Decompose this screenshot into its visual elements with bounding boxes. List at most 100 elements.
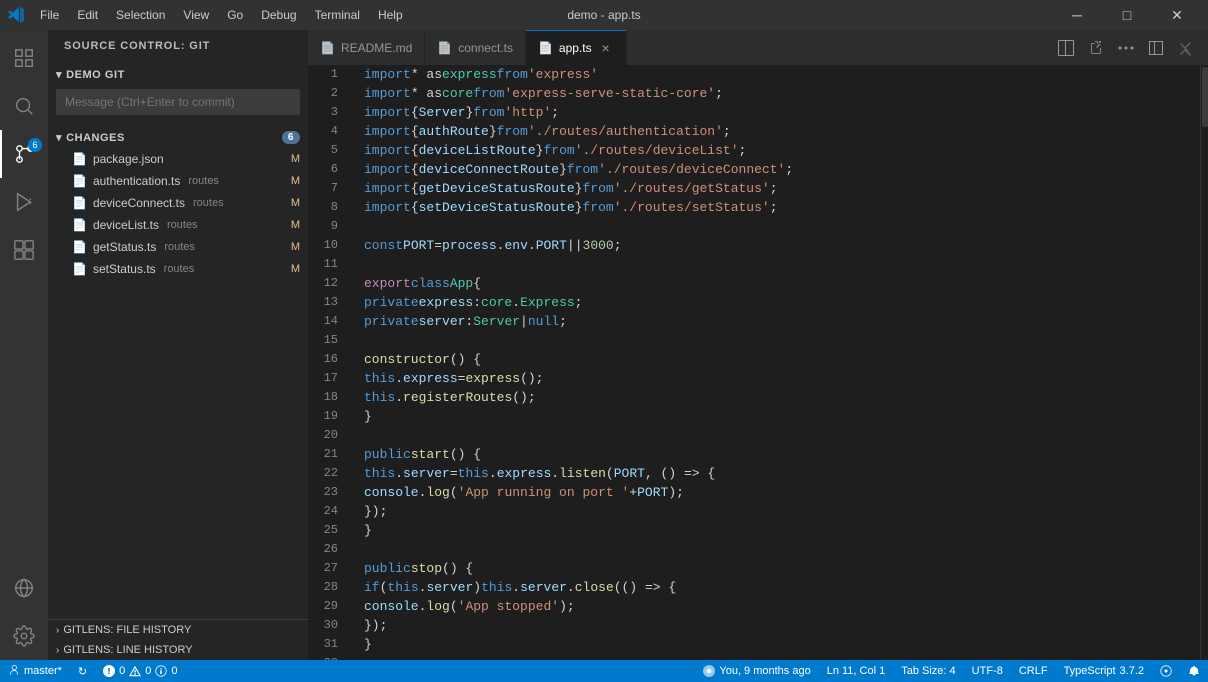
gitlens-file-history[interactable]: › GITLENS: FILE HISTORY <box>48 620 308 640</box>
status-remote[interactable] <box>1152 660 1180 682</box>
file-name: package.json <box>93 152 164 166</box>
warning-icon <box>129 665 141 677</box>
code-line: } <box>364 635 1200 654</box>
commit-message-input[interactable] <box>56 89 300 115</box>
status-encoding[interactable]: UTF-8 <box>964 660 1011 682</box>
menu-edit[interactable]: Edit <box>69 6 106 24</box>
split-right-button[interactable] <box>1172 34 1200 62</box>
open-changes-button[interactable] <box>1082 34 1110 62</box>
code-content[interactable]: import * as express from 'express'import… <box>356 65 1200 660</box>
file-name: deviceList.ts <box>93 218 159 232</box>
file-item-getstatus[interactable]: 📄 getStatus.ts routes M <box>48 236 308 258</box>
code-line: export class App { <box>364 274 1200 293</box>
code-line <box>364 426 1200 445</box>
more-actions-button[interactable] <box>1112 34 1140 62</box>
gitlens-file-history-label: GITLENS: FILE HISTORY <box>63 624 191 636</box>
file-modified-badge: M <box>291 153 300 165</box>
tab-readme[interactable]: 📄 README.md <box>308 30 425 65</box>
split-editor-button[interactable] <box>1052 34 1080 62</box>
line-number: 12 <box>308 274 348 293</box>
activity-run[interactable] <box>0 178 48 226</box>
code-editor[interactable]: 1234567891011121314151617181920212223242… <box>308 65 1208 660</box>
activity-search[interactable] <box>0 82 48 130</box>
activity-source-control[interactable]: 6 <box>0 130 48 178</box>
status-gitlens[interactable]: You, 9 months ago <box>695 660 818 682</box>
file-name: authentication.ts <box>93 174 180 188</box>
info-count: 0 <box>171 665 177 677</box>
code-line <box>364 255 1200 274</box>
code-line: constructor() { <box>364 350 1200 369</box>
line-number: 5 <box>308 141 348 160</box>
status-errors[interactable]: 0 0 0 <box>95 660 185 682</box>
code-line: private server: Server | null; <box>364 312 1200 331</box>
close-button[interactable]: ✕ <box>1154 0 1200 30</box>
activity-settings[interactable] <box>0 612 48 660</box>
file-name: getStatus.ts <box>93 240 156 254</box>
menu-terminal[interactable]: Terminal <box>307 6 368 24</box>
code-line <box>364 217 1200 236</box>
line-number: 26 <box>308 540 348 559</box>
gitlens-line-history[interactable]: › GITLENS: LINE HISTORY <box>48 640 308 660</box>
line-number: 14 <box>308 312 348 331</box>
code-line: this.express = express(); <box>364 369 1200 388</box>
file-item-package-json[interactable]: 📄 package.json M <box>48 148 308 170</box>
status-tab-size[interactable]: Tab Size: 4 <box>893 660 963 682</box>
tab-size-label: Tab Size: 4 <box>901 665 955 677</box>
menu-selection[interactable]: Selection <box>108 6 173 24</box>
menu-go[interactable]: Go <box>219 6 251 24</box>
file-route: routes <box>188 175 219 187</box>
file-item-devicelist[interactable]: 📄 deviceList.ts routes M <box>48 214 308 236</box>
file-route: routes <box>164 263 195 275</box>
code-line: import { deviceConnectRoute } from './ro… <box>364 160 1200 179</box>
changes-count-badge: 6 <box>282 131 300 144</box>
activity-extensions[interactable] <box>0 226 48 274</box>
maximize-button[interactable]: □ <box>1104 0 1150 30</box>
menu-view[interactable]: View <box>175 6 217 24</box>
tab-bar: 📄 README.md 📄 connect.ts 📄 app.ts × <box>308 30 1208 65</box>
line-number: 4 <box>308 122 348 141</box>
demo-git-label: DEMO GIT <box>66 69 125 81</box>
menu-file[interactable]: File <box>32 6 67 24</box>
window-controls: ─ □ ✕ <box>1054 0 1200 30</box>
file-item-setstatus[interactable]: 📄 setStatus.ts routes M <box>48 258 308 280</box>
tab-app[interactable]: 📄 app.ts × <box>526 30 627 65</box>
gitlens-line-history-label: GITLENS: LINE HISTORY <box>63 644 192 656</box>
activity-explorer[interactable] <box>0 34 48 82</box>
status-line-ending[interactable]: CRLF <box>1011 660 1056 682</box>
tab-close-button[interactable]: × <box>598 40 614 56</box>
status-branch[interactable]: master* <box>0 660 70 682</box>
menu-help[interactable]: Help <box>370 6 411 24</box>
status-notification[interactable] <box>1180 660 1208 682</box>
line-number: 24 <box>308 502 348 521</box>
menu-debug[interactable]: Debug <box>253 6 304 24</box>
demo-git-header[interactable]: ▾ DEMO GIT <box>48 64 308 85</box>
line-number: 10 <box>308 236 348 255</box>
file-item-authentication[interactable]: 📄 authentication.ts routes M <box>48 170 308 192</box>
bell-icon <box>1188 665 1200 677</box>
minimap-thumb <box>1202 67 1208 127</box>
file-icon: 📄 <box>72 240 87 254</box>
file-icon-connect: 📄 <box>437 41 452 55</box>
line-number: 30 <box>308 616 348 635</box>
code-line: console.log('App stopped'); <box>364 597 1200 616</box>
activity-remote[interactable] <box>0 564 48 612</box>
changes-header[interactable]: ▾ CHANGES 6 <box>48 127 308 148</box>
status-sync[interactable]: ↻ <box>70 660 95 682</box>
minimap <box>1200 65 1208 660</box>
minimize-button[interactable]: ─ <box>1054 0 1100 30</box>
file-icon: 📄 <box>72 262 87 276</box>
code-line: this.server = this.express.listen(PORT, … <box>364 464 1200 483</box>
branch-icon <box>8 665 20 677</box>
tab-connect[interactable]: 📄 connect.ts <box>425 30 526 65</box>
file-icon: 📄 <box>72 174 87 188</box>
file-route: routes <box>164 241 195 253</box>
sidebar-footer: › GITLENS: FILE HISTORY › GITLENS: LINE … <box>48 619 308 660</box>
toggle-sidebar-button[interactable] <box>1142 34 1170 62</box>
file-modified-badge: M <box>291 241 300 253</box>
status-language[interactable]: TypeScript 3.7.2 <box>1056 660 1152 682</box>
status-position[interactable]: Ln 11, Col 1 <box>819 660 894 682</box>
file-modified-badge: M <box>291 219 300 231</box>
line-number: 31 <box>308 635 348 654</box>
file-item-deviceconnect[interactable]: 📄 deviceConnect.ts routes M <box>48 192 308 214</box>
line-number: 1 <box>308 65 348 84</box>
